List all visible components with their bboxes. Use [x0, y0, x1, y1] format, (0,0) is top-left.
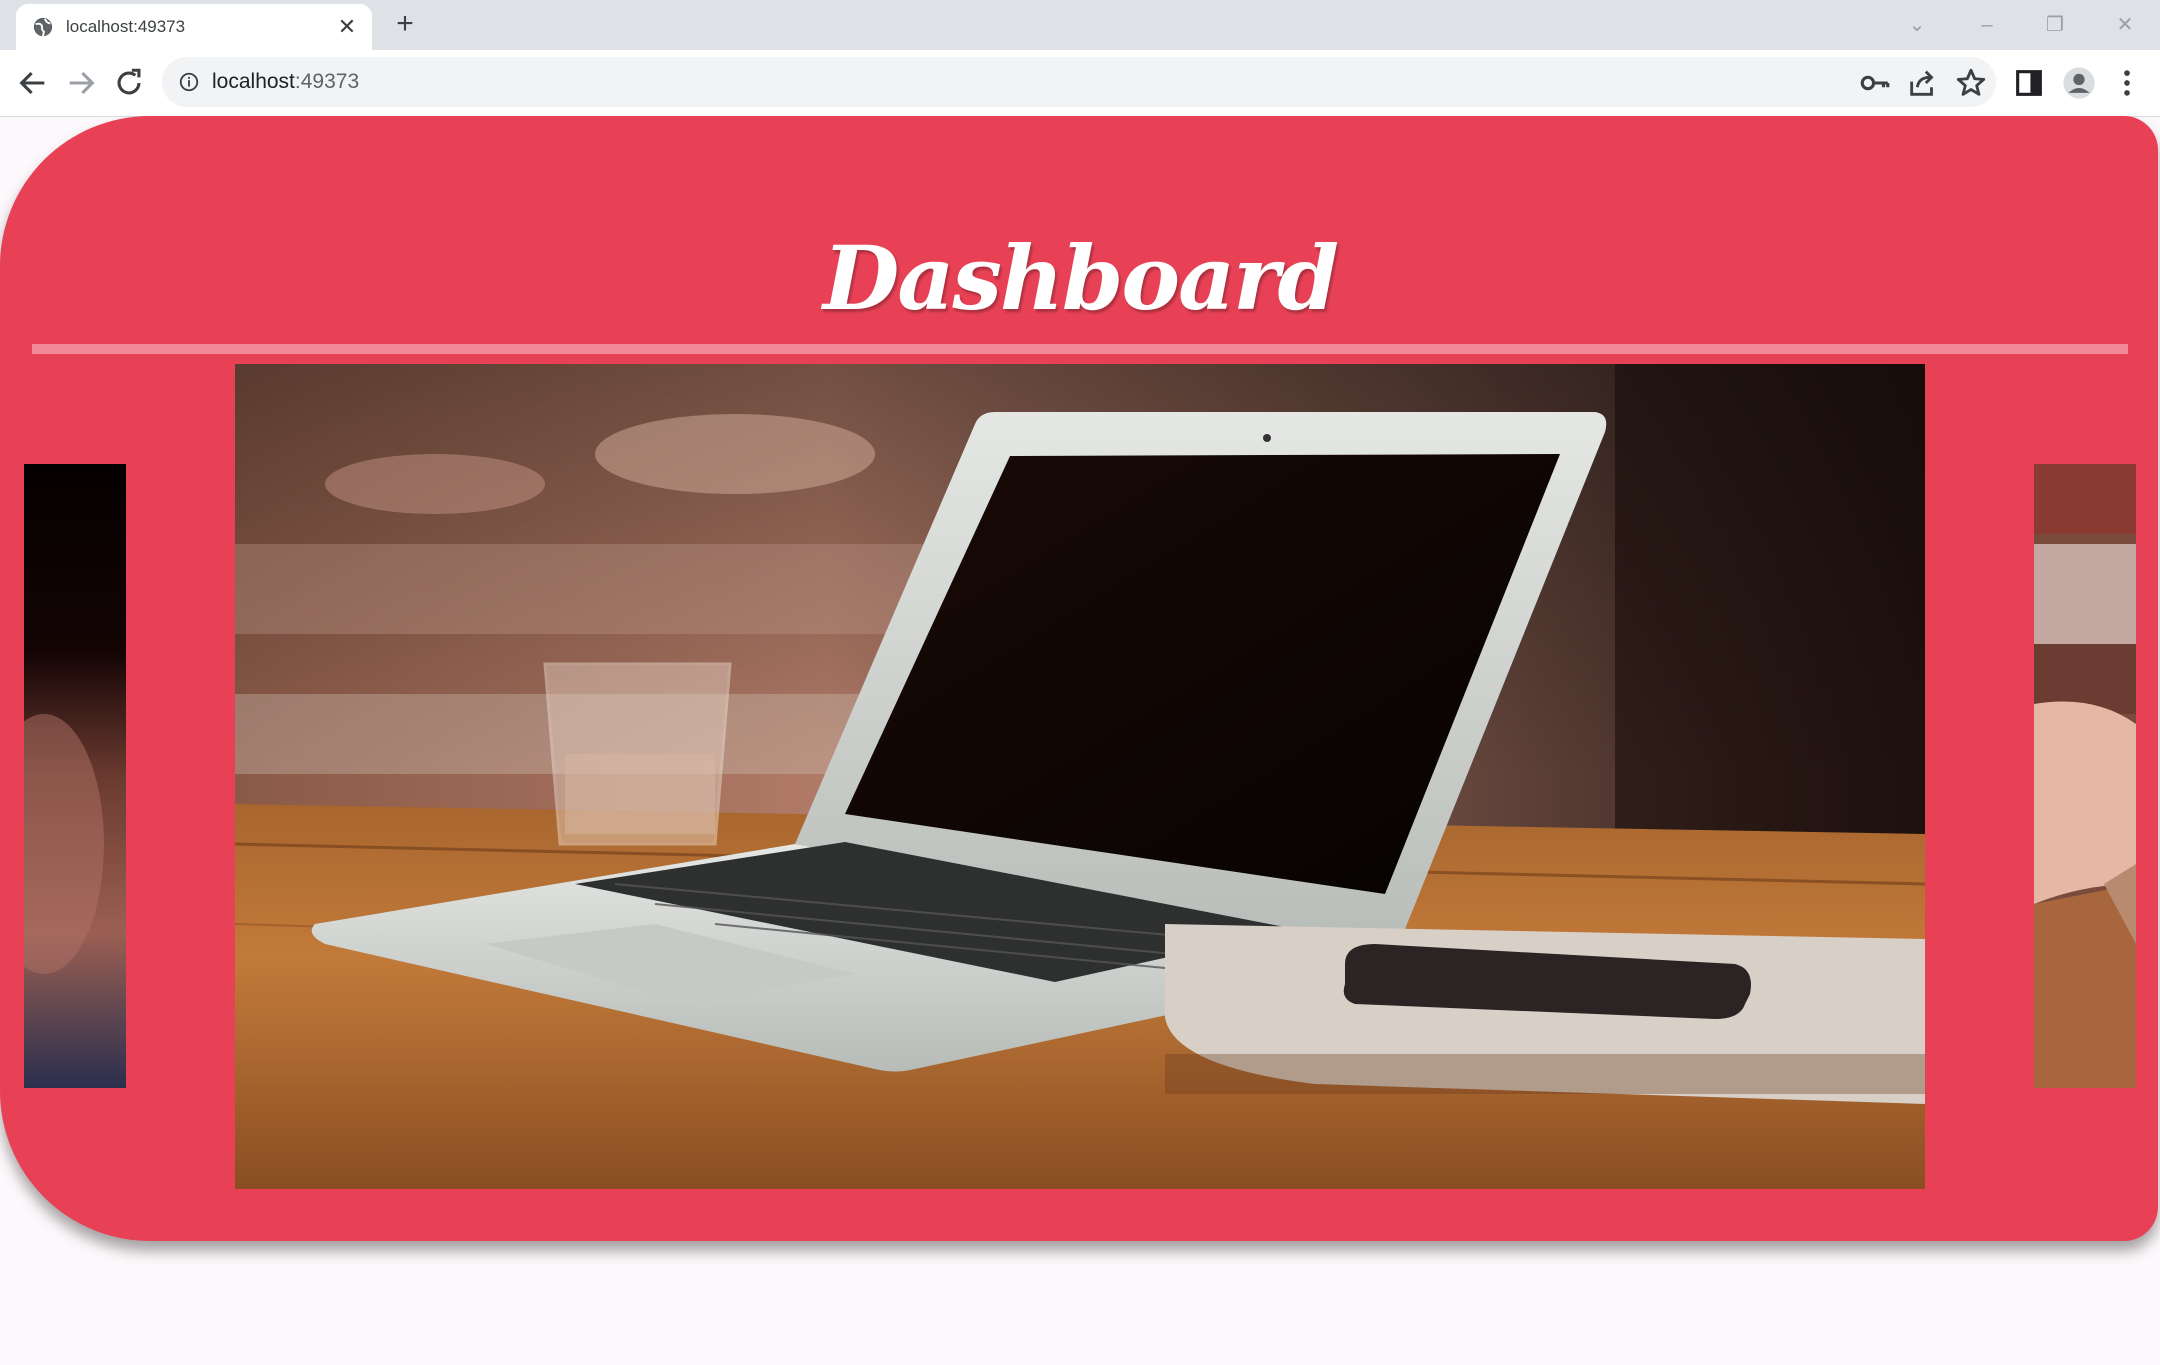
laptop-desk-photo — [235, 364, 1925, 1189]
window-close-icon[interactable]: ✕ — [2110, 10, 2140, 40]
minimize-icon[interactable]: – — [1972, 10, 2002, 40]
chevron-down-icon[interactable]: ⌄ — [1902, 10, 1932, 40]
browser-tabstrip: localhost:49373 ✕ + ⌄ – ❐ ✕ — [0, 0, 2160, 50]
plus-icon[interactable]: + — [390, 9, 420, 40]
info-icon[interactable] — [178, 71, 200, 93]
url-host: localhost — [212, 70, 295, 93]
dashboard-card: Dashboard — [0, 116, 2158, 1241]
profile-icon[interactable] — [2062, 66, 2096, 100]
carousel-slide-previous[interactable] — [24, 464, 126, 1088]
star-icon[interactable] — [1954, 66, 1988, 100]
globe-icon — [33, 17, 53, 37]
browser-tab[interactable]: localhost:49373 ✕ — [16, 4, 372, 50]
carousel-slide-next[interactable] — [2034, 464, 2136, 1088]
close-icon[interactable]: ✕ — [336, 16, 358, 38]
share-icon[interactable] — [1906, 66, 1940, 100]
carousel-slide-active[interactable] — [235, 364, 1925, 1189]
url-text: localhost:49373 — [212, 70, 359, 94]
back-icon[interactable] — [16, 66, 50, 100]
menu-icon[interactable] — [2110, 66, 2144, 100]
key-icon[interactable] — [1858, 66, 1892, 100]
browser-toolbar: localhost:49373 — [0, 50, 2160, 117]
title-divider — [32, 344, 2128, 354]
restore-icon[interactable]: ❐ — [2040, 10, 2070, 40]
forward-icon[interactable] — [64, 66, 98, 100]
page-title: Dashboard — [823, 226, 1339, 330]
tab-title: localhost:49373 — [66, 17, 186, 36]
reload-icon[interactable] — [112, 66, 146, 100]
side-panel-icon[interactable] — [2012, 66, 2046, 100]
address-bar[interactable]: localhost:49373 — [162, 57, 1996, 107]
url-port: :49373 — [294, 70, 360, 93]
